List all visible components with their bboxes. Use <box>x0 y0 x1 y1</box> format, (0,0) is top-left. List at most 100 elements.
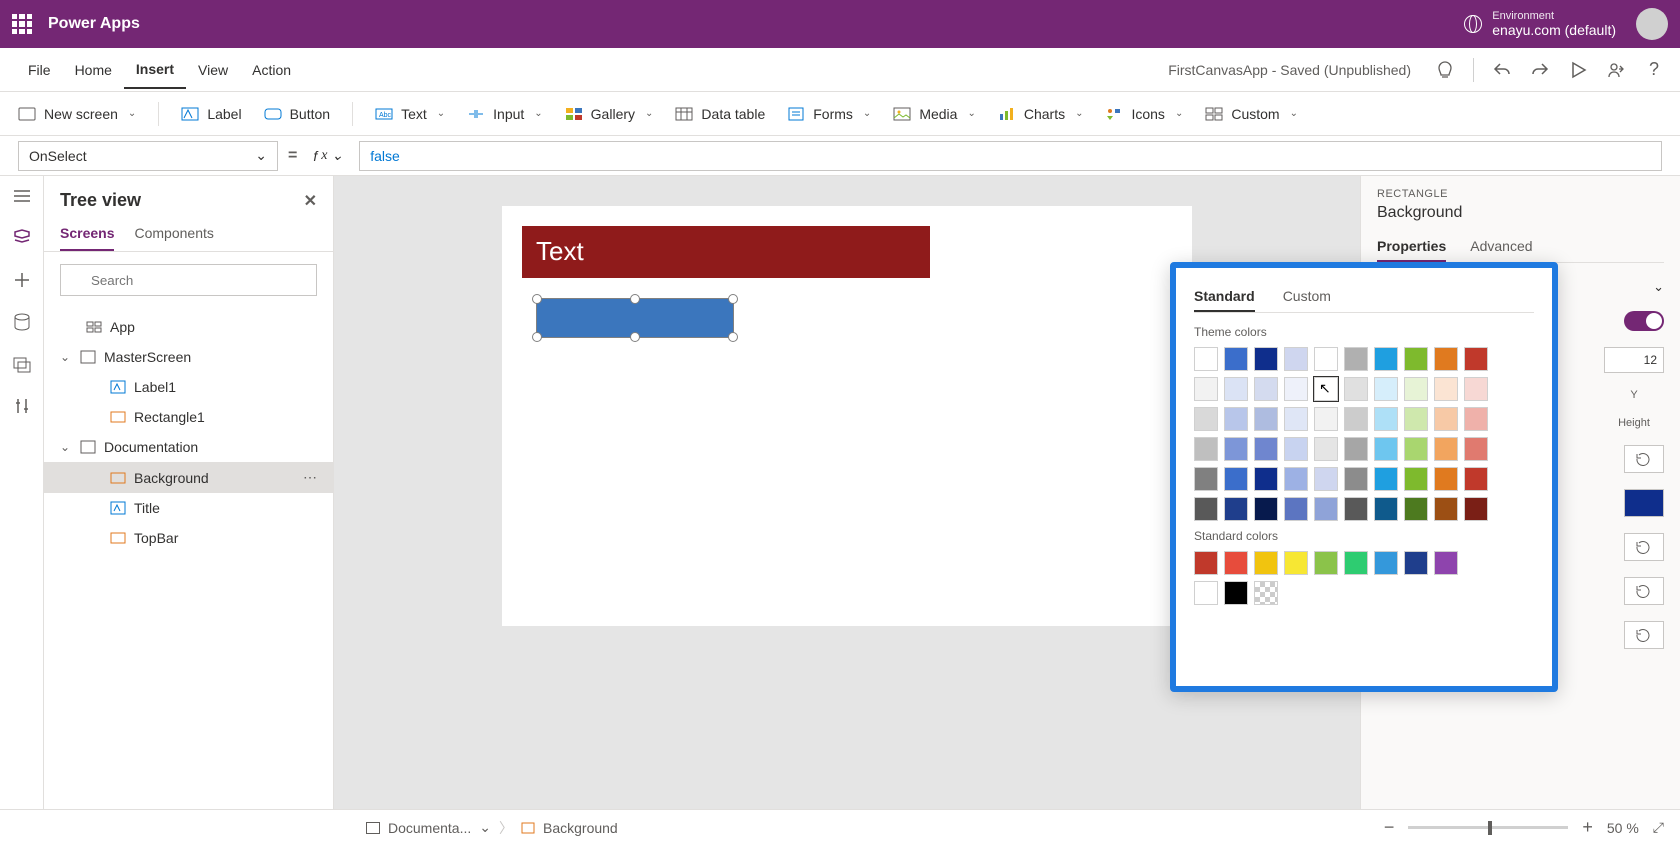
new-screen-button[interactable]: New screen⌄ <box>18 106 136 122</box>
menu-view[interactable]: View <box>186 52 240 88</box>
menu-action[interactable]: Action <box>240 52 303 88</box>
color-swatch[interactable] <box>1194 407 1218 431</box>
tab-advanced[interactable]: Advanced <box>1470 232 1532 262</box>
color-swatch[interactable] <box>1224 377 1248 401</box>
color-swatch[interactable] <box>1344 347 1368 371</box>
canvas-background-rect[interactable] <box>536 298 734 338</box>
play-icon[interactable] <box>1568 60 1588 80</box>
tree-item-documentation[interactable]: Documentation <box>44 432 333 462</box>
media-panel-icon[interactable] <box>12 354 32 374</box>
color-swatch[interactable] <box>1314 467 1338 491</box>
color-swatch[interactable] <box>1224 497 1248 521</box>
formula-input[interactable]: false <box>359 141 1662 171</box>
color-swatch[interactable] <box>1344 551 1368 575</box>
color-swatch[interactable] <box>1464 407 1488 431</box>
media-dropdown[interactable]: Media⌄ <box>893 106 976 122</box>
color-swatch[interactable] <box>1194 467 1218 491</box>
reset-button-1[interactable] <box>1624 445 1664 473</box>
color-swatch[interactable] <box>1284 497 1308 521</box>
zoom-out-button[interactable]: − <box>1384 817 1395 838</box>
add-icon[interactable] <box>12 270 32 290</box>
color-swatch[interactable] <box>1374 437 1398 461</box>
label-button[interactable]: Label <box>181 106 241 122</box>
color-swatch[interactable] <box>1344 377 1368 401</box>
color-swatch[interactable] <box>1374 407 1398 431</box>
chevron-down-icon[interactable]: ⌄ <box>1653 279 1664 295</box>
color-swatch[interactable] <box>1464 347 1488 371</box>
undo-icon[interactable] <box>1492 60 1512 80</box>
color-swatch[interactable] <box>1254 581 1278 605</box>
color-swatch[interactable] <box>1284 377 1308 401</box>
color-swatch[interactable] <box>1314 347 1338 371</box>
reset-button-4[interactable] <box>1624 621 1664 649</box>
color-swatch[interactable] <box>1224 551 1248 575</box>
tab-components[interactable]: Components <box>134 217 213 251</box>
tree-item-label1[interactable]: Label1 <box>44 372 333 402</box>
color-swatch[interactable] <box>1284 407 1308 431</box>
input-dropdown[interactable]: Input⌄ <box>467 106 543 122</box>
color-swatch[interactable] <box>1434 551 1458 575</box>
canvas-topbar[interactable]: Text <box>522 226 930 278</box>
color-swatch[interactable] <box>1194 581 1218 605</box>
color-swatch[interactable] <box>1254 347 1278 371</box>
zoom-slider[interactable] <box>1408 826 1568 829</box>
color-swatch[interactable] <box>1284 347 1308 371</box>
tab-properties[interactable]: Properties <box>1377 232 1446 262</box>
tree-item-masterscreen[interactable]: MasterScreen <box>44 342 333 372</box>
property-selector[interactable]: OnSelect⌄ <box>18 141 278 171</box>
tree-view-icon[interactable] <box>12 228 32 248</box>
color-swatch[interactable] <box>1344 467 1368 491</box>
position-value[interactable]: 12 <box>1604 347 1664 373</box>
color-swatch[interactable] <box>1464 437 1488 461</box>
color-swatch[interactable] <box>1404 437 1428 461</box>
color-swatch[interactable] <box>1344 407 1368 431</box>
app-checker-icon[interactable] <box>1435 60 1455 80</box>
color-swatch[interactable] <box>1374 467 1398 491</box>
text-dropdown[interactable]: Abc Text⌄ <box>375 106 445 122</box>
color-swatch[interactable] <box>1284 437 1308 461</box>
color-swatch[interactable] <box>1374 347 1398 371</box>
gallery-dropdown[interactable]: Gallery⌄ <box>565 106 654 122</box>
charts-dropdown[interactable]: Charts⌄ <box>998 106 1084 122</box>
color-swatch[interactable] <box>1404 551 1428 575</box>
color-swatch[interactable] <box>1374 551 1398 575</box>
color-swatch[interactable] <box>1434 467 1458 491</box>
button-button[interactable]: Button <box>264 106 330 122</box>
environment-selector[interactable]: Environment enayu.com (default) <box>1464 10 1616 38</box>
advanced-tools-icon[interactable] <box>12 396 32 416</box>
color-swatch[interactable] <box>1404 347 1428 371</box>
color-swatch[interactable] <box>1434 377 1458 401</box>
menu-file[interactable]: File <box>16 52 63 88</box>
data-icon[interactable] <box>12 312 32 332</box>
color-swatch[interactable] <box>1224 581 1248 605</box>
menu-insert[interactable]: Insert <box>124 51 186 89</box>
color-tab-custom[interactable]: Custom <box>1283 282 1331 312</box>
reset-button-3[interactable] <box>1624 577 1664 605</box>
color-swatch[interactable] <box>1404 497 1428 521</box>
user-avatar[interactable] <box>1636 8 1668 40</box>
color-swatch[interactable] <box>1314 377 1338 401</box>
tree-search-input[interactable] <box>60 264 317 296</box>
color-swatch[interactable] <box>1284 467 1308 491</box>
color-swatch[interactable] <box>1344 437 1368 461</box>
color-swatch[interactable] <box>1314 437 1338 461</box>
tree-item-background[interactable]: Background⋯ <box>44 462 333 493</box>
color-swatch[interactable] <box>1194 497 1218 521</box>
color-swatch[interactable] <box>1254 377 1278 401</box>
color-swatch[interactable] <box>1464 497 1488 521</box>
color-swatch[interactable] <box>1224 437 1248 461</box>
color-swatch[interactable] <box>1254 467 1278 491</box>
hamburger-icon[interactable] <box>12 186 32 206</box>
color-tab-standard[interactable]: Standard <box>1194 282 1255 312</box>
icons-dropdown[interactable]: Icons⌄ <box>1105 106 1183 122</box>
color-swatch[interactable] <box>1194 347 1218 371</box>
color-swatch[interactable] <box>1254 407 1278 431</box>
color-swatch[interactable] <box>1344 497 1368 521</box>
color-swatch[interactable] <box>1314 551 1338 575</box>
color-swatch[interactable] <box>1314 407 1338 431</box>
artboard[interactable]: Text <box>502 206 1192 626</box>
color-swatch[interactable] <box>1434 437 1458 461</box>
color-swatch[interactable] <box>1224 467 1248 491</box>
more-icon[interactable]: ⋯ <box>303 469 317 486</box>
color-swatch[interactable] <box>1434 497 1458 521</box>
